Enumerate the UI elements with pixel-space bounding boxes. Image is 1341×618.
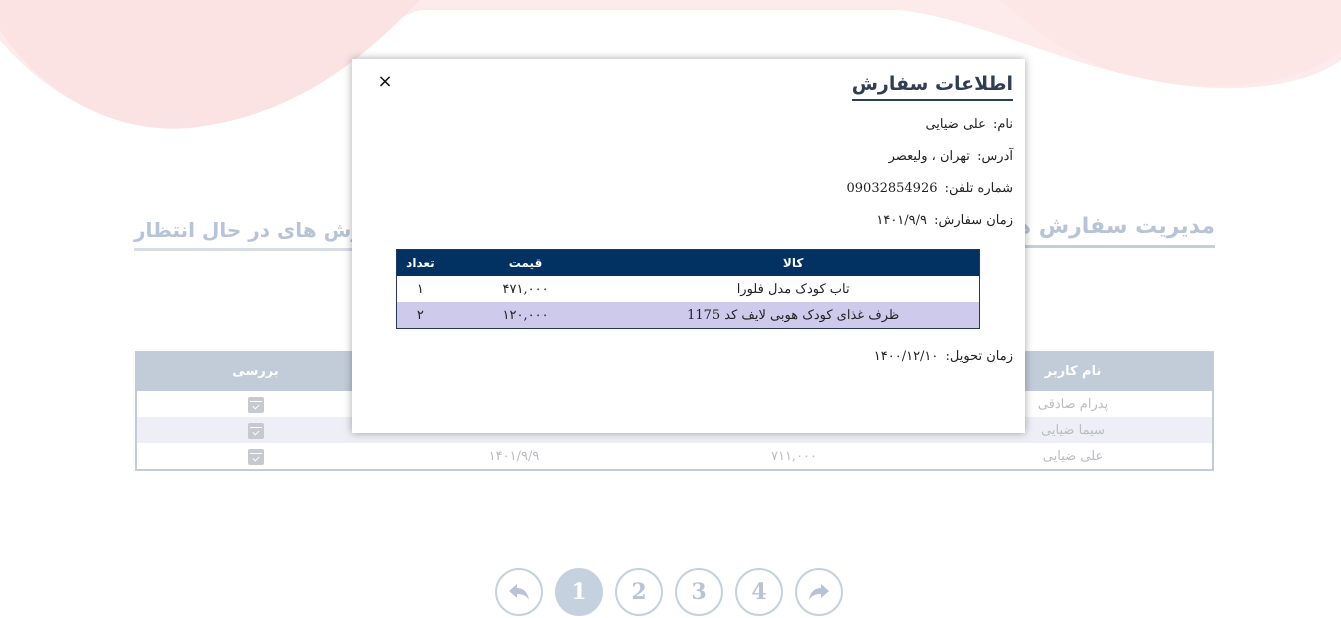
item-price: ۱۲۰,۰۰۰ (502, 307, 549, 323)
item-name: تاب کودک مدل فلورا (736, 281, 850, 297)
item-name: ظرف غذای کودک هوبی لایف کد 1175 (687, 307, 900, 323)
delivery-time-value: ۱۴۰۰/۱۲/۱۰ (873, 349, 939, 364)
phone-label: شماره تلفن: (944, 181, 1013, 196)
items-header-name: کالا (782, 256, 804, 270)
modal-title: اطلاعات سفارش (851, 73, 1013, 101)
delivery-time-label: زمان تحویل: (945, 349, 1013, 364)
close-icon[interactable]: × (377, 73, 393, 91)
name-value: علی ضیایی (925, 117, 986, 132)
item-qty: ۲ (416, 307, 424, 323)
order-time-value: ۱۴۰۱/۹/۹ (876, 213, 928, 228)
order-items-table: کالا قیمت تعداد تاب کودک مدل فلورا ۴۷۱,۰… (396, 249, 980, 329)
item-qty: ۱ (416, 281, 424, 297)
name-label: نام: (992, 117, 1013, 132)
customer-address: آدرس: تهران ، ولیعصر (889, 149, 1013, 164)
order-time: زمان سفارش: ۱۴۰۱/۹/۹ (876, 213, 1013, 228)
items-header-qty: تعداد (406, 256, 435, 270)
address-value: تهران ، ولیعصر (888, 149, 970, 164)
item-price: ۴۷۱,۰۰۰ (502, 281, 549, 297)
order-time-label: زمان سفارش: (934, 213, 1013, 228)
customer-name: نام: علی ضیایی (925, 117, 1013, 132)
items-header-price: قیمت (508, 256, 543, 270)
table-row: تاب کودک مدل فلورا ۴۷۱,۰۰۰ ۱ (397, 276, 979, 302)
phone-value: 09032854926 (846, 181, 938, 196)
items-table-header: کالا قیمت تعداد (397, 250, 979, 276)
address-label: آدرس: (977, 149, 1013, 164)
order-info-modal: اطلاعات سفارش × نام: علی ضیایی آدرس: تهر… (352, 59, 1025, 433)
delivery-time: زمان تحویل: ۱۴۰۰/۱۲/۱۰ (874, 349, 1013, 364)
table-row: ظرف غذای کودک هوبی لایف کد 1175 ۱۲۰,۰۰۰ … (397, 302, 979, 328)
customer-phone: شماره تلفن: 09032854926 (847, 181, 1014, 196)
